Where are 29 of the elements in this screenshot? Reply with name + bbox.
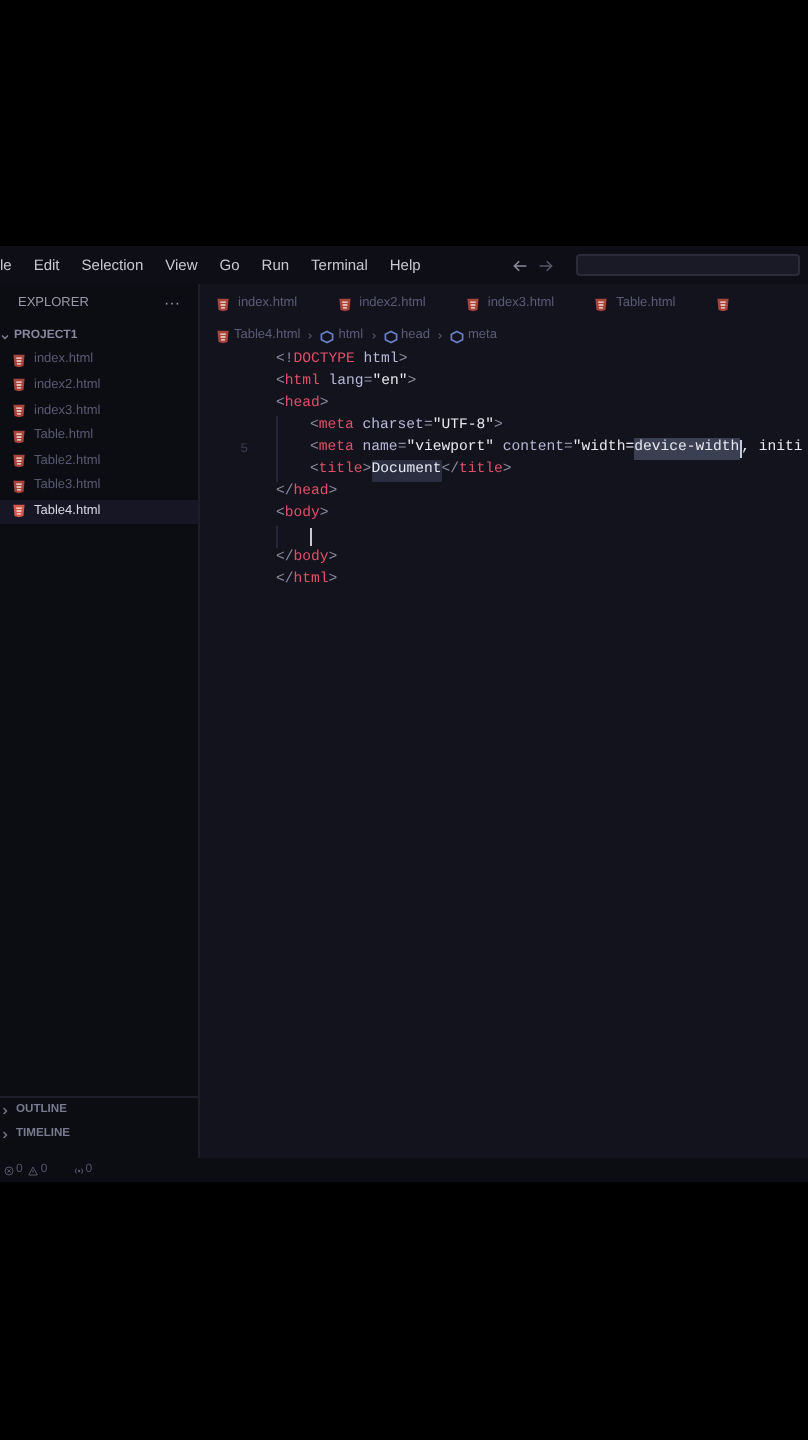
warning-icon	[28, 1165, 39, 1175]
forward-arrow-icon[interactable]	[538, 257, 555, 273]
element-icon	[320, 329, 335, 343]
html-file-icon	[216, 329, 230, 343]
html-file-icon	[12, 429, 26, 444]
element-icon	[383, 329, 398, 343]
text-cursor	[739, 440, 742, 458]
text-cursor	[310, 528, 312, 546]
chevron-icon	[0, 1105, 10, 1115]
antenna-icon	[73, 1165, 84, 1175]
more-actions-button[interactable]: ···	[164, 292, 180, 316]
html-file-icon	[337, 297, 352, 311]
editor-tab[interactable]	[715, 297, 730, 311]
html-file-icon	[12, 353, 26, 368]
back-arrow-icon[interactable]	[512, 257, 529, 273]
chevron-icon	[0, 1129, 10, 1139]
html-file-icon	[715, 297, 730, 311]
html-file-icon	[12, 454, 26, 469]
html-file-icon	[216, 297, 230, 311]
html-file-icon	[465, 297, 480, 311]
html-file-icon	[594, 297, 609, 311]
html-file-icon	[12, 378, 26, 393]
element-icon	[450, 329, 464, 343]
search-field[interactable]	[576, 254, 800, 276]
html-file-icon	[12, 403, 26, 418]
html-file-icon	[12, 479, 26, 494]
html-file-icon	[12, 504, 26, 519]
error-icon	[4, 1165, 14, 1175]
chevron-icon	[0, 331, 10, 341]
